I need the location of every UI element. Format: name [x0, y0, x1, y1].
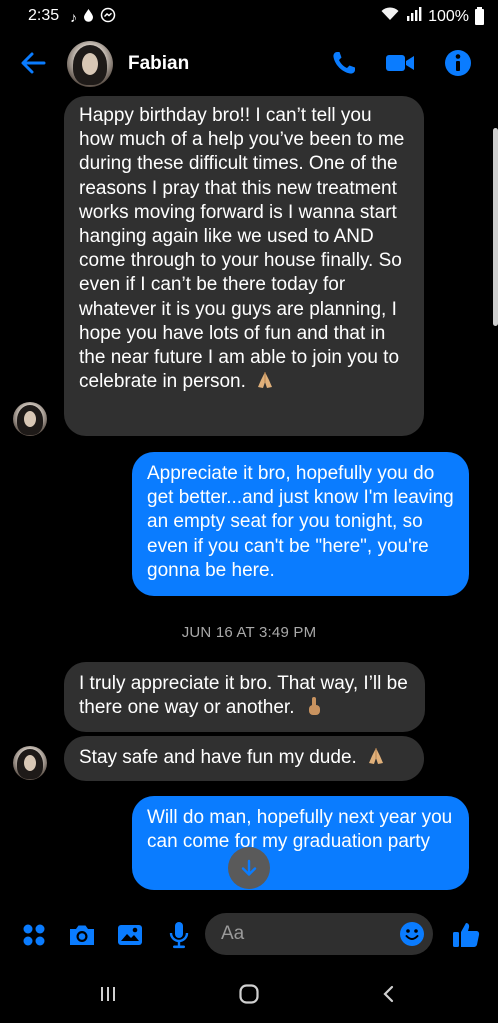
message-text: Appreciate it bro, hopefully you do get … — [147, 463, 454, 581]
message-composer — [0, 905, 498, 963]
thumbs-up-icon — [453, 923, 480, 947]
index-pointing-up-emoji — [308, 697, 320, 716]
notification-icons: ♪ — [70, 7, 116, 27]
arrow-down-icon — [241, 859, 257, 876]
message-input-container[interactable] — [205, 913, 433, 955]
status-right: 100% — [380, 6, 484, 27]
contact-avatar[interactable] — [67, 41, 113, 87]
video-camera-icon — [386, 55, 414, 71]
battery-icon — [475, 6, 484, 25]
scrollbar-thumb[interactable] — [493, 128, 498, 326]
signal-icon — [406, 7, 422, 26]
voice-message-button[interactable] — [163, 919, 195, 951]
microphone-icon — [169, 922, 189, 949]
emoji-icon[interactable] — [399, 921, 425, 947]
status-time: 2:35 — [28, 7, 60, 24]
contact-avatar-small[interactable] — [13, 746, 47, 780]
four-dots-icon — [23, 924, 45, 946]
info-icon — [445, 50, 471, 76]
tiktok-icon: ♪ — [70, 9, 77, 25]
message-timestamp: JUN 16 AT 3:49 PM — [181, 624, 317, 641]
message-text: Stay safe and have fun my dude. — [79, 747, 357, 768]
status-bar: 2:35 ♪ 100% — [0, 0, 498, 34]
conversation-header: Fabian — [0, 34, 498, 92]
message-input[interactable] — [221, 913, 391, 955]
contact-name[interactable]: Fabian — [128, 53, 189, 75]
back-arrow-icon — [21, 52, 46, 74]
messenger-icon — [100, 7, 116, 27]
voice-call-button[interactable] — [328, 47, 360, 79]
camera-button[interactable] — [66, 919, 98, 951]
wifi-icon — [380, 6, 400, 27]
message-bubble-incoming[interactable]: Stay safe and have fun my dude. — [64, 736, 424, 781]
phone-icon — [333, 52, 355, 74]
back-button[interactable] — [18, 48, 48, 78]
folded-hands-emoji — [258, 372, 273, 389]
message-bubble-outgoing[interactable]: Appreciate it bro, hopefully you do get … — [132, 452, 469, 596]
message-text: Will do man, hopefully next year you can… — [147, 807, 453, 853]
gallery-button[interactable] — [114, 919, 146, 951]
message-bubble-outgoing[interactable]: Will do man, hopefully next year you can… — [132, 796, 469, 890]
message-bubble-incoming[interactable]: I truly appreciate it bro. That way, I’l… — [64, 662, 425, 732]
like-button[interactable] — [450, 919, 482, 951]
folded-hands-emoji — [369, 748, 384, 764]
drop-icon — [83, 8, 94, 26]
message-text: Happy birthday bro!! I can’t tell you ho… — [79, 105, 405, 393]
back-nav-button[interactable] — [369, 981, 409, 1007]
system-navigation-bar — [0, 963, 498, 1023]
message-text: I truly appreciate it bro. That way, I’l… — [79, 673, 408, 719]
info-button[interactable] — [442, 47, 474, 79]
contact-avatar-small[interactable] — [13, 402, 47, 436]
recent-apps-icon — [101, 987, 115, 1001]
recent-apps-button[interactable] — [88, 981, 128, 1007]
home-button[interactable] — [229, 981, 269, 1007]
more-actions-button[interactable] — [18, 919, 50, 951]
chevron-left-icon — [383, 985, 394, 1003]
battery-percent: 100% — [428, 7, 469, 25]
image-icon — [118, 925, 142, 945]
message-bubble-incoming[interactable]: Happy birthday bro!! I can’t tell you ho… — [64, 96, 424, 436]
home-icon — [239, 984, 259, 1004]
scroll-to-bottom-button[interactable] — [228, 847, 270, 889]
video-call-button[interactable] — [384, 47, 416, 79]
camera-icon — [70, 925, 94, 945]
